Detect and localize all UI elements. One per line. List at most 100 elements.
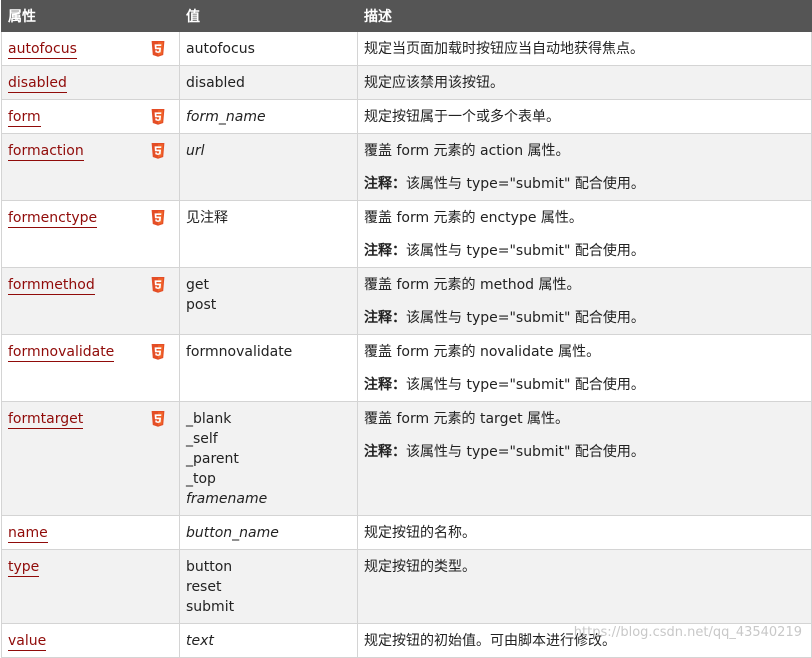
table-row: autofocus autofocus 规定当页面加载时按钮应当自动地获得焦点。 [1,31,812,66]
attribute-link[interactable]: formaction [8,143,84,161]
attribute-link[interactable]: name [8,525,48,543]
value-cell: autofocus [179,31,358,66]
description-cell: 规定应该禁用该按钮。 [357,65,812,100]
note: 注释：该属性与 type="submit" 配合使用。 [364,442,805,462]
attribute-cell: formaction [1,133,180,201]
value-item: text [186,633,214,649]
value-item: post [186,297,217,313]
value-item: button [186,559,233,575]
header-row: 属性 值 描述 [1,0,812,32]
table-row: value text 规定按钮的初始值。可由脚本进行修改。 [1,623,812,658]
html5-icon [151,277,165,293]
value-item: reset [186,579,222,595]
attribute-link[interactable]: value [8,633,47,651]
table-row: type button reset submit 规定按钮的类型。 [1,549,812,624]
description-text: 规定当页面加载时按钮应当自动地获得焦点。 [364,41,644,57]
table-row: formenctype 见注释 覆盖 form 元素的 enctype 属性。 注释：… [1,200,812,268]
attribute-cell: value [1,623,180,658]
description-text: 规定按钮的名称。 [364,525,476,541]
html5-icon [151,109,165,125]
description-text: 覆盖 form 元素的 enctype 属性。 [364,210,583,226]
note: 注释：该属性与 type="submit" 配合使用。 [364,174,805,194]
html5-icon [151,143,165,159]
description-cell: 规定当页面加载时按钮应当自动地获得焦点。 [357,31,812,66]
value-cell: button_name [179,515,358,550]
value-cell: formnovalidate [179,334,358,402]
attribute-cell: formmethod [1,267,180,335]
header-attribute: 属性 [1,0,180,32]
value-item: 见注释 [186,210,228,226]
note: 注释：该属性与 type="submit" 配合使用。 [364,308,805,328]
table-row: name button_name 规定按钮的名称。 [1,515,812,550]
attribute-cell: form [1,99,180,134]
value-cell: url [179,133,358,201]
value-item: autofocus [186,41,255,57]
note-label: 注释： [364,176,406,192]
attribute-link[interactable]: autofocus [8,41,77,59]
note-text: 该属性与 type="submit" 配合使用。 [406,310,645,326]
note-label: 注释： [364,444,406,460]
value-cell: 见注释 [179,200,358,268]
value-item: url [186,143,205,159]
value-item: form_name [186,109,266,125]
value-cell: button reset submit [179,549,358,624]
note: 注释：该属性与 type="submit" 配合使用。 [364,375,805,395]
attribute-link[interactable]: disabled [8,75,67,93]
value-cell: form_name [179,99,358,134]
description-text: 覆盖 form 元素的 action 属性。 [364,143,570,159]
value-cell: _blank _self _parent _top framename [179,401,358,516]
value-item: _blank [186,411,232,427]
value-item: get [186,277,209,293]
note-text: 该属性与 type="submit" 配合使用。 [406,444,645,460]
html5-icon [151,210,165,226]
table-body: autofocus autofocus 规定当页面加载时按钮应当自动地获得焦点。 di… [1,31,812,658]
description-cell: 覆盖 form 元素的 target 属性。 注释：该属性与 type="subm… [357,401,812,516]
description-text: 规定按钮的初始值。可由脚本进行修改。 [364,633,616,649]
value-cell: text [179,623,358,658]
attribute-cell: type [1,549,180,624]
description-cell: 规定按钮属于一个或多个表单。 [357,99,812,134]
attribute-cell: name [1,515,180,550]
header-description: 描述 [357,0,812,32]
attribute-link[interactable]: form [8,109,41,127]
attribute-link[interactable]: type [8,559,40,577]
note-text: 该属性与 type="submit" 配合使用。 [406,377,645,393]
attribute-link[interactable]: formtarget [8,411,84,429]
description-cell: 规定按钮的名称。 [357,515,812,550]
table-row: formnovalidate formnovalidate 覆盖 form 元素的 … [1,334,812,402]
table-header: 属性 值 描述 [1,0,812,32]
value-item: submit [186,599,235,615]
attribute-cell: formenctype [1,200,180,268]
table-row: formaction url 覆盖 form 元素的 action 属性。 注释：该属… [1,133,812,201]
value-item: _top [186,471,216,487]
description-cell: 覆盖 form 元素的 novalidate 属性。注释：该属性与 type="… [357,334,812,402]
note-text: 该属性与 type="submit" 配合使用。 [406,176,645,192]
attribute-cell: formtarget [1,401,180,516]
attribute-cell: formnovalidate [1,334,180,402]
description-cell: 规定按钮的初始值。可由脚本进行修改。 [357,623,812,658]
value-item: formnovalidate [186,344,293,360]
html5-icon [151,411,165,427]
value-item: framename [186,491,268,507]
table-row: form form_name 规定按钮属于一个或多个表单。 [1,99,812,134]
description-cell: 覆盖 form 元素的 method 属性。 注释：该属性与 type="subm… [357,267,812,335]
table-row: formmethod get post 覆盖 form 元素的 method 属性。注… [1,267,812,335]
value-item: button_name [186,525,279,541]
description-text: 规定按钮属于一个或多个表单。 [364,109,560,125]
attribute-link[interactable]: formmethod [8,277,95,295]
note-label: 注释： [364,310,406,326]
description-text: 覆盖 form 元素的 method 属性。 [364,277,581,293]
attribute-link[interactable]: formnovalidate [8,344,115,362]
description-text: 规定按钮的类型。 [364,559,476,575]
html5-icon [151,344,165,360]
description-cell: 规定按钮的类型。 [357,549,812,624]
table-row: formtarget _blank _self _parent _top framenam… [1,401,812,516]
table-row: disabled disabled 规定应该禁用该按钮。 [1,65,812,100]
description-text: 覆盖 form 元素的 novalidate 属性。 [364,344,601,360]
value-item: _parent [186,451,239,467]
note-text: 该属性与 type="submit" 配合使用。 [406,243,645,259]
note-label: 注释： [364,243,406,259]
description-cell: 覆盖 form 元素的 action 属性。 注释：该属性与 type="subm… [357,133,812,201]
attribute-cell: autofocus [1,31,180,66]
attribute-link[interactable]: formenctype [8,210,98,228]
